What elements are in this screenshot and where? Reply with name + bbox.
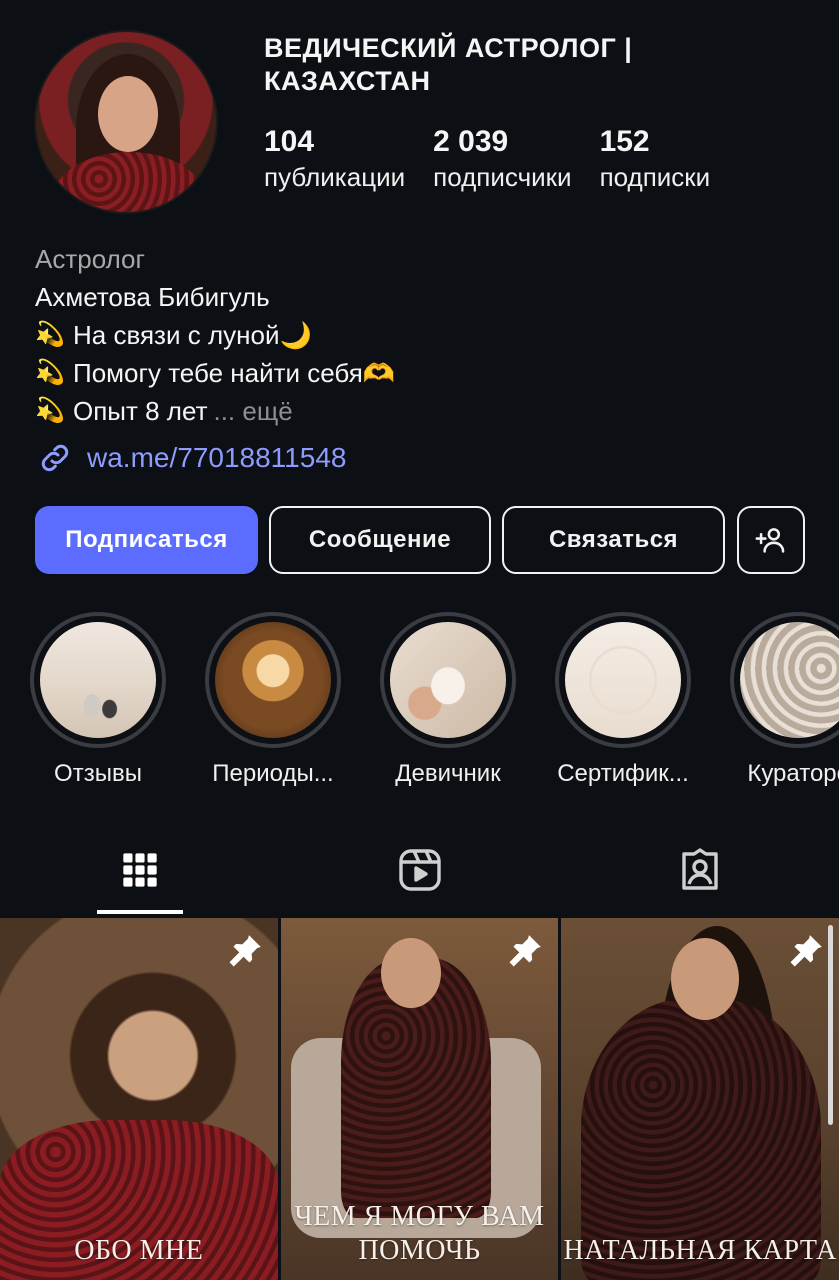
tagged-icon	[682, 848, 718, 890]
stat-followers-count: 2 039	[433, 125, 509, 158]
highlight-label: Девичник	[395, 760, 501, 787]
pin-icon	[509, 935, 542, 967]
highlight-ring	[205, 612, 341, 748]
stat-followers[interactable]: 2 039 подписчики	[433, 124, 571, 194]
link-icon	[41, 444, 69, 472]
scrollbar[interactable]	[828, 925, 833, 1125]
dizzy-star-icon: 💫	[35, 321, 65, 348]
tab-tagged[interactable]	[670, 840, 730, 900]
profile-link[interactable]: wa.me/77018811548	[35, 440, 346, 476]
add-person-icon	[755, 528, 785, 553]
post-tile[interactable]: ОБО МНЕ	[0, 918, 278, 1280]
post-tile[interactable]: ЧЕМ Я МОГУ ВАМ ПОМОЧЬ	[280, 918, 559, 1280]
stat-posts[interactable]: 104 публикации	[264, 124, 405, 194]
profile-link-text: wa.me/77018811548	[87, 442, 347, 473]
stat-posts-label: публикации	[264, 162, 406, 192]
post-tile[interactable]: НАТАЛЬНАЯ КАРТА	[561, 918, 839, 1280]
dry-flowers-icon	[565, 622, 681, 738]
highlight-item[interactable]: Кураторс	[718, 612, 839, 788]
profile-name: Ахметова Бибигуль	[35, 282, 270, 312]
message-button[interactable]: Сообщение	[269, 506, 491, 574]
bio-line-text: Помогу тебе найти себя🫶	[73, 358, 396, 388]
bio-more-link[interactable]: ... ещё	[213, 392, 292, 430]
zen-stones-icon	[40, 622, 156, 738]
bio-line-text: Опыт 8 лет	[73, 396, 208, 426]
dizzy-star-icon: 💫	[35, 397, 65, 424]
profile-stats: 104 публикации 2 039 подписчики 152 подп…	[264, 124, 738, 194]
highlight-label: Сертифик...	[557, 760, 689, 787]
highlight-ring	[555, 612, 691, 748]
pin-icon	[229, 935, 261, 967]
profile-title: ВЕДИЧЕСКИЙ АСТРОЛОГ | КАЗАХСТАН	[264, 33, 633, 96]
post-caption: НАТАЛЬНАЯ КАРТА	[563, 1235, 837, 1266]
highlight-item[interactable]: Девичник	[368, 612, 528, 788]
bio-line: 💫 Помогу тебе найти себя🫶	[35, 354, 815, 392]
moon-phases-card-icon	[740, 622, 839, 738]
pin-icon	[790, 935, 822, 967]
bio-line-text: На связи с луной🌙	[73, 320, 312, 350]
profile-avatar[interactable]	[34, 30, 218, 214]
highlight-ring	[730, 612, 839, 748]
reels-icon	[399, 849, 441, 891]
follow-button[interactable]: Подписаться	[35, 506, 258, 574]
highlight-label: Отзывы	[54, 760, 142, 787]
highlight-label: Периоды...	[212, 760, 334, 787]
highlight-item[interactable]: Сертифик...	[543, 612, 703, 788]
avatar-face	[98, 76, 158, 152]
highlight-ring	[380, 612, 516, 748]
stat-following-label: подписки	[599, 162, 711, 192]
suggest-people-button[interactable]	[737, 506, 805, 574]
post-photo-head	[671, 938, 740, 1020]
tab-reels[interactable]	[390, 840, 450, 900]
highlight-item[interactable]: Отзывы	[18, 612, 178, 788]
cup-icon	[390, 622, 506, 738]
profile-tabs	[0, 830, 839, 914]
tab-posts-grid[interactable]	[110, 840, 170, 900]
grid-icon	[123, 853, 157, 887]
bio-line: 💫 Опыт 8 лет ... ещё	[35, 392, 815, 430]
crystal-ball-icon	[215, 622, 331, 738]
post-caption: ЧЕМ Я МОГУ ВАМ ПОМОЧЬ	[294, 1201, 545, 1266]
profile-category: Астролог	[35, 244, 146, 274]
posts-grid: ОБО МНЕ ЧЕМ Я МОГУ ВАМ ПОМОЧЬ НАТАЛЬНАЯ …	[0, 918, 839, 1280]
dizzy-star-icon: 💫	[35, 359, 65, 386]
post-caption: ОБО МНЕ	[74, 1235, 204, 1266]
post-photo-head	[380, 938, 441, 1008]
highlight-item[interactable]: Периоды...	[193, 612, 353, 788]
highlight-ring	[30, 612, 166, 748]
stat-following[interactable]: 152 подписки	[600, 124, 711, 194]
stat-followers-label: подписчики	[433, 162, 572, 192]
stat-posts-count: 104	[264, 125, 315, 158]
profile-bio: Астролог Ахметова Бибигуль 💫 На связи с …	[35, 240, 815, 430]
highlight-label: Кураторс	[747, 760, 839, 787]
active-tab-indicator	[97, 910, 183, 914]
bio-line: 💫 На связи с луной🌙	[35, 316, 815, 354]
contact-button[interactable]: Связаться	[502, 506, 725, 574]
stat-following-count: 152	[599, 125, 650, 158]
story-highlights: Отзывы Периоды... Девичник Сертифик... К…	[0, 612, 839, 792]
